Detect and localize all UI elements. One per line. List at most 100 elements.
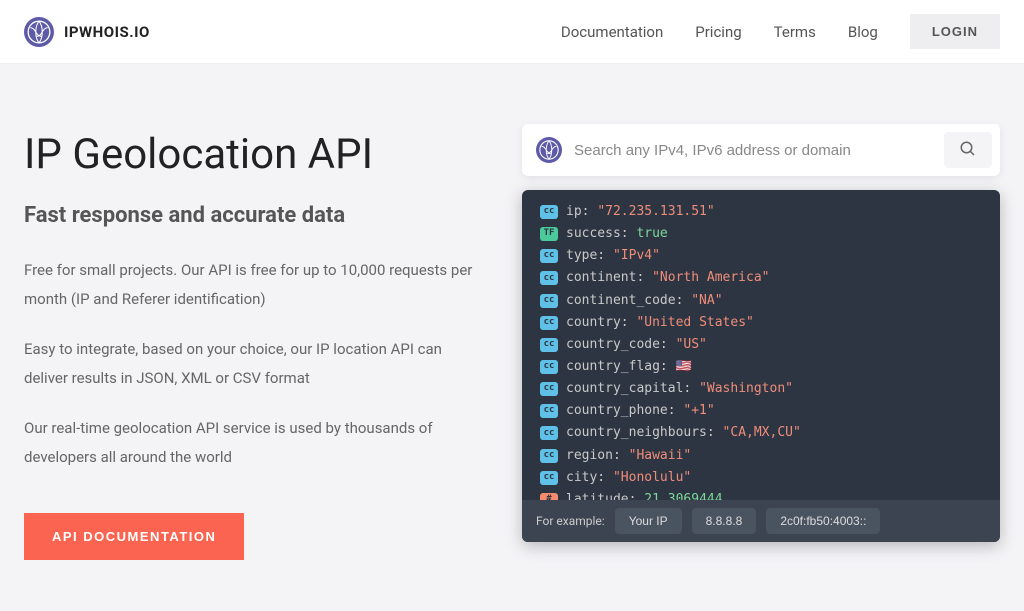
result-key: country_code: bbox=[566, 337, 676, 352]
result-key: ip: bbox=[566, 204, 597, 219]
string-badge-icon: cc bbox=[540, 360, 558, 374]
result-value: "CA,MX,CU" bbox=[723, 425, 801, 440]
result-kv: country: "United States" bbox=[566, 313, 754, 333]
result-key: type: bbox=[566, 248, 613, 263]
result-line: cc country_capital: "Washington" bbox=[540, 379, 982, 399]
globe-knot-icon bbox=[536, 137, 562, 163]
result-value: "North America" bbox=[652, 270, 769, 285]
string-badge-icon: cc bbox=[540, 338, 558, 352]
examples-footer: For example: Your IP 8.8.8.8 2c0f:fb50:4… bbox=[522, 500, 1000, 542]
result-value: "Washington" bbox=[699, 381, 793, 396]
page-title: IP Geolocation API bbox=[24, 130, 482, 179]
example-ip-button[interactable]: 8.8.8.8 bbox=[692, 508, 757, 534]
main: IP Geolocation API Fast response and acc… bbox=[0, 64, 1024, 560]
result-key: country_capital: bbox=[566, 381, 699, 396]
result-line: cc ip: "72.235.131.51" bbox=[540, 202, 982, 222]
result-kv: region: "Hawaii" bbox=[566, 446, 691, 466]
logo[interactable]: IPWHOIS.IO bbox=[24, 17, 150, 47]
search-button[interactable] bbox=[944, 132, 992, 168]
demo-panel: ccip: "72.235.131.51"TFsuccess: trueccty… bbox=[522, 124, 1000, 560]
examples-label: For example: bbox=[536, 514, 605, 528]
result-kv: country_code: "US" bbox=[566, 335, 707, 355]
result-line: # latitude: 21.3069444 bbox=[540, 490, 982, 500]
result-line: cc type: "IPv4" bbox=[540, 246, 982, 266]
nav-pricing[interactable]: Pricing bbox=[695, 23, 741, 41]
nav: Documentation Pricing Terms Blog LOGIN bbox=[561, 14, 1000, 49]
result-kv: country_capital: "Washington" bbox=[566, 379, 793, 399]
search-icon bbox=[959, 140, 977, 161]
result-key: country: bbox=[566, 315, 636, 330]
nav-blog[interactable]: Blog bbox=[848, 23, 878, 41]
result-line: cc region: "Hawaii" bbox=[540, 446, 982, 466]
string-badge-icon: cc bbox=[540, 382, 558, 396]
result-line: cc country_phone: "+1" bbox=[540, 401, 982, 421]
result-value: "US" bbox=[676, 337, 707, 352]
result-kv: country_neighbours: "CA,MX,CU" bbox=[566, 423, 801, 443]
result-value: "+1" bbox=[683, 403, 714, 418]
result-key: continent: bbox=[566, 270, 652, 285]
result-value: "IPv4" bbox=[613, 248, 660, 263]
result-value: "Hawaii" bbox=[629, 448, 692, 463]
hero-para-3: Our real-time geolocation API service is… bbox=[24, 414, 482, 471]
result-line: cc country: "United States" bbox=[540, 313, 982, 333]
result-value: "Honolulu" bbox=[613, 470, 691, 485]
result-value: 🇺🇸 bbox=[676, 359, 692, 374]
result-key: region: bbox=[566, 448, 629, 463]
nav-terms[interactable]: Terms bbox=[774, 23, 816, 41]
string-badge-icon: cc bbox=[540, 471, 558, 485]
result-value: "NA" bbox=[691, 293, 722, 308]
page-subtitle: Fast response and accurate data bbox=[24, 203, 482, 228]
result-kv: continent: "North America" bbox=[566, 268, 770, 288]
number-badge-icon: # bbox=[540, 493, 558, 500]
result-kv: country_phone: "+1" bbox=[566, 401, 715, 421]
result-line: cc country_code: "US" bbox=[540, 335, 982, 355]
string-badge-icon: cc bbox=[540, 426, 558, 440]
hero-section: IP Geolocation API Fast response and acc… bbox=[24, 124, 482, 560]
result-value: "United States" bbox=[636, 315, 753, 330]
result-key: country_flag: bbox=[566, 359, 676, 374]
result-line: cc continent_code: "NA" bbox=[540, 291, 982, 311]
result-kv: success: true bbox=[566, 224, 668, 244]
result-kv: continent_code: "NA" bbox=[566, 291, 723, 311]
string-badge-icon: cc bbox=[540, 449, 558, 463]
result-key: city: bbox=[566, 470, 613, 485]
result-kv: country_flag: 🇺🇸 bbox=[566, 357, 692, 377]
result-line: cc continent: "North America" bbox=[540, 268, 982, 288]
result-kv: type: "IPv4" bbox=[566, 246, 660, 266]
result-value: "72.235.131.51" bbox=[597, 204, 714, 219]
result-key: country_neighbours: bbox=[566, 425, 723, 440]
login-button[interactable]: LOGIN bbox=[910, 14, 1000, 49]
result-value: true bbox=[636, 226, 667, 241]
result-line: cc country_neighbours: "CA,MX,CU" bbox=[540, 423, 982, 443]
result-line: cc country_flag: 🇺🇸 bbox=[540, 357, 982, 377]
result-key: continent_code: bbox=[566, 293, 691, 308]
globe-knot-icon bbox=[24, 17, 54, 47]
api-documentation-button[interactable]: API DOCUMENTATION bbox=[24, 513, 244, 560]
result-key: country_phone: bbox=[566, 403, 683, 418]
result-kv: latitude: 21.3069444 bbox=[566, 490, 723, 500]
search-input[interactable] bbox=[562, 134, 944, 167]
string-badge-icon: cc bbox=[540, 404, 558, 418]
searchbar bbox=[522, 124, 1000, 176]
header: IPWHOIS.IO Documentation Pricing Terms B… bbox=[0, 0, 1024, 64]
string-badge-icon: cc bbox=[540, 294, 558, 308]
result-body[interactable]: ccip: "72.235.131.51"TFsuccess: trueccty… bbox=[522, 190, 1000, 500]
hero-para-2: Easy to integrate, based on your choice,… bbox=[24, 335, 482, 392]
nav-documentation[interactable]: Documentation bbox=[561, 23, 663, 41]
example-ipv6-button[interactable]: 2c0f:fb50:4003:: bbox=[766, 508, 880, 534]
brand-text: IPWHOIS.IO bbox=[64, 23, 150, 41]
string-badge-icon: cc bbox=[540, 271, 558, 285]
string-badge-icon: cc bbox=[540, 205, 558, 219]
boolean-badge-icon: TF bbox=[540, 227, 558, 241]
result-line: cc city: "Honolulu" bbox=[540, 468, 982, 488]
string-badge-icon: cc bbox=[540, 316, 558, 330]
result-key: success: bbox=[566, 226, 636, 241]
result-kv: ip: "72.235.131.51" bbox=[566, 202, 715, 222]
result-line: TF success: true bbox=[540, 224, 982, 244]
string-badge-icon: cc bbox=[540, 249, 558, 263]
result-value: 21.3069444 bbox=[644, 492, 722, 500]
result-key: latitude: bbox=[566, 492, 644, 500]
example-your-ip-button[interactable]: Your IP bbox=[615, 508, 682, 534]
hero-para-1: Free for small projects. Our API is free… bbox=[24, 256, 482, 313]
result-kv: city: "Honolulu" bbox=[566, 468, 691, 488]
